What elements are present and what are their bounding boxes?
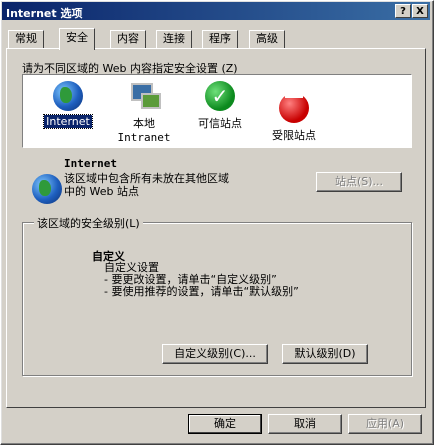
close-button[interactable]: X bbox=[412, 4, 428, 18]
zone-info-title: Internet bbox=[64, 157, 117, 170]
restricted-icon bbox=[278, 93, 310, 125]
help-button[interactable]: ? bbox=[395, 4, 411, 18]
title-bar: Internet 选项 ? X bbox=[2, 2, 430, 20]
zone-trusted-label: 可信站点 bbox=[198, 117, 242, 130]
zone-description-line2: 中的 Web 站点 bbox=[64, 185, 139, 198]
tab-connections[interactable]: 连接 bbox=[156, 30, 192, 48]
zone-local-label: 本地 bbox=[133, 117, 155, 130]
tab-security[interactable]: 安全 bbox=[59, 28, 95, 50]
globe-icon bbox=[32, 174, 62, 204]
zone-restricted-sites[interactable]: 受限站点 bbox=[259, 81, 329, 143]
local-intranet-icon bbox=[128, 81, 161, 113]
security-level-description: 自定义设置 - 要更改设置，请单击“自定义级别” - 要使用推荐的设置，请单击“… bbox=[104, 262, 299, 298]
zone-trusted-sites[interactable]: ✓ 可信站点 bbox=[185, 81, 255, 131]
tab-content[interactable]: 内容 bbox=[110, 30, 146, 48]
zone-description-line1: 该区域中包含所有未放在其他区域 bbox=[64, 172, 229, 185]
tab-advanced[interactable]: 高级 bbox=[249, 30, 285, 48]
window-title: Internet 选项 bbox=[6, 7, 83, 20]
zone-internet[interactable]: Internet bbox=[33, 81, 103, 129]
zone-list: Internet 本地 Intranet ✓ 可信站点 受限站点 bbox=[22, 74, 412, 148]
zone-local-sublabel: Intranet bbox=[117, 131, 171, 144]
sites-button[interactable]: 站点(S)... bbox=[316, 172, 402, 192]
tab-programs[interactable]: 程序 bbox=[202, 30, 238, 48]
tab-general[interactable]: 常规 bbox=[8, 30, 44, 48]
globe-icon bbox=[52, 81, 84, 113]
zone-description: 该区域中包含所有未放在其他区域 中的 Web 站点 bbox=[64, 172, 229, 198]
zone-internet-label: Internet bbox=[43, 114, 93, 129]
default-level-button[interactable]: 默认级别(D) bbox=[282, 344, 368, 364]
ok-button[interactable]: 确定 bbox=[188, 414, 262, 434]
security-level-line3: - 要使用推荐的设置，请单击“默认级别” bbox=[104, 285, 299, 298]
check-icon: ✓ bbox=[204, 81, 236, 113]
tab-strip: 常规 安全 内容 连接 程序 高级 bbox=[6, 28, 426, 50]
security-level-group-label: 该区域的安全级别(L) bbox=[34, 215, 143, 231]
zone-restricted-label: 受限站点 bbox=[272, 129, 316, 142]
zone-local-intranet[interactable]: 本地 Intranet bbox=[109, 81, 179, 144]
cancel-button[interactable]: 取消 bbox=[268, 414, 342, 434]
apply-button[interactable]: 应用(A) bbox=[348, 414, 422, 434]
custom-level-button[interactable]: 自定义级别(C)... bbox=[162, 344, 268, 364]
